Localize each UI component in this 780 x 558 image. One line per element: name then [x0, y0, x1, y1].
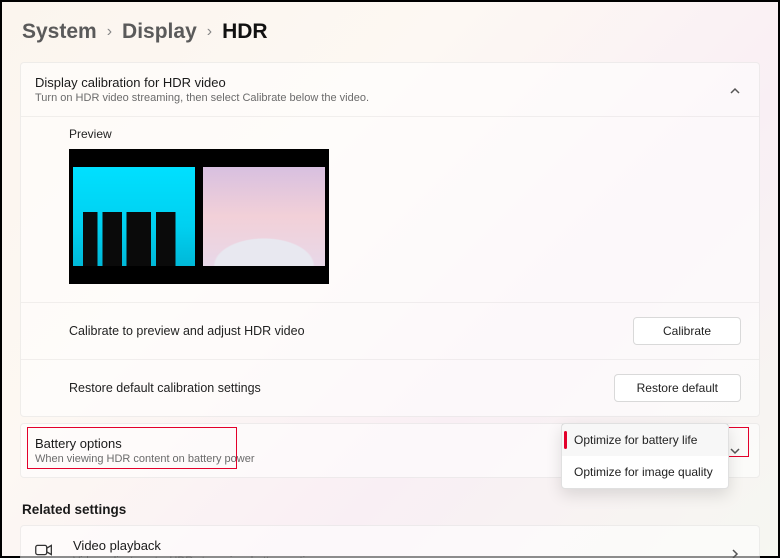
calibration-subtitle: Turn on HDR video streaming, then select… — [35, 92, 369, 104]
battery-options-title: Battery options — [35, 436, 255, 451]
video-camera-icon — [33, 539, 55, 558]
preview-pane-sdr — [73, 167, 195, 266]
breadcrumb-system[interactable]: System — [22, 20, 97, 44]
breadcrumb-display[interactable]: Display — [122, 20, 197, 44]
battery-options-row[interactable]: Battery options When viewing HDR content… — [21, 424, 759, 477]
preview-section: Preview — [21, 117, 759, 302]
calibration-title: Display calibration for HDR video — [35, 75, 369, 90]
chevron-right-icon[interactable] — [729, 547, 741, 558]
video-playback-title: Video playback — [73, 538, 323, 553]
chevron-right-icon: › — [207, 23, 212, 41]
chevron-right-icon: › — [107, 23, 112, 41]
video-playback-card: Video playback Video adjustments, HDR st… — [20, 525, 760, 558]
calibrate-row: Calibrate to preview and adjust HDR vide… — [21, 302, 759, 359]
dropdown-option-image-quality[interactable]: Optimize for image quality — [562, 456, 728, 488]
related-settings-heading: Related settings — [22, 502, 760, 517]
chevron-down-icon[interactable] — [729, 445, 741, 457]
breadcrumb-hdr: HDR — [222, 20, 268, 44]
video-playback-row[interactable]: Video playback Video adjustments, HDR st… — [21, 526, 759, 558]
hdr-preview-thumbnail[interactable] — [69, 149, 329, 284]
dropdown-option-battery-life[interactable]: Optimize for battery life — [562, 424, 728, 456]
preview-label: Preview — [69, 127, 745, 141]
calibrate-row-label: Calibrate to preview and adjust HDR vide… — [69, 324, 305, 338]
breadcrumb: System › Display › HDR — [20, 20, 760, 44]
calibration-header[interactable]: Display calibration for HDR video Turn o… — [21, 63, 759, 117]
restore-row: Restore default calibration settings Res… — [21, 359, 759, 416]
chevron-up-icon[interactable] — [729, 84, 741, 96]
restore-row-label: Restore default calibration settings — [69, 381, 261, 395]
calibration-card: Display calibration for HDR video Turn o… — [20, 62, 760, 417]
battery-options-dropdown: Optimize for battery life Optimize for i… — [561, 423, 729, 489]
restore-default-button[interactable]: Restore default — [614, 374, 741, 402]
preview-pane-hdr — [203, 167, 325, 266]
battery-options-subtitle: When viewing HDR content on battery powe… — [35, 453, 255, 465]
calibrate-button[interactable]: Calibrate — [633, 317, 741, 345]
battery-options-card: Battery options When viewing HDR content… — [20, 423, 760, 478]
